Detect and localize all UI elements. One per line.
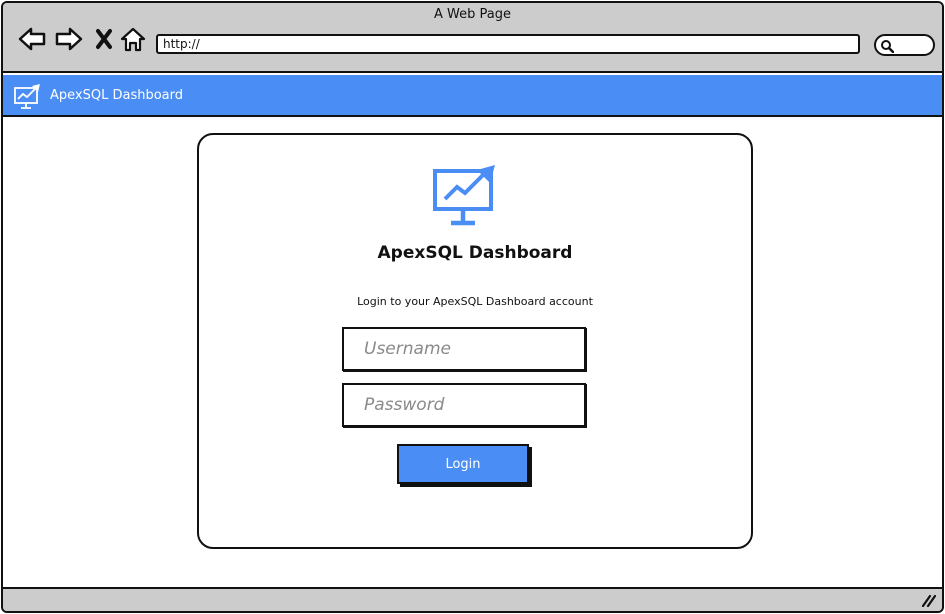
- monitor-chart-icon: [433, 165, 495, 226]
- forward-arrow-icon: [55, 27, 83, 51]
- login-button[interactable]: Login: [397, 444, 529, 484]
- browser-window: A Web Page http:// ApexSQL Dashboard Ape…: [1, 1, 944, 613]
- window-title: A Web Page: [434, 7, 511, 22]
- address-bar[interactable]: http://: [156, 34, 860, 54]
- login-subtitle: Login to your ApexSQL Dashboard account: [357, 295, 593, 308]
- username-input[interactable]: [342, 327, 586, 371]
- app-name: ApexSQL Dashboard: [50, 88, 183, 103]
- back-button[interactable]: [17, 25, 47, 53]
- forward-button[interactable]: [54, 25, 84, 53]
- browser-chrome: A Web Page http://: [3, 3, 942, 73]
- stop-button[interactable]: [89, 25, 119, 53]
- search-icon: [881, 40, 894, 53]
- close-icon: [96, 29, 112, 49]
- status-bar: [3, 587, 942, 611]
- home-icon: [120, 27, 146, 52]
- login-title: ApexSQL Dashboard: [377, 243, 573, 263]
- login-card: ApexSQL Dashboard Login to your ApexSQL …: [197, 133, 753, 549]
- browser-search-box[interactable]: [874, 34, 935, 56]
- back-arrow-icon: [18, 27, 46, 51]
- monitor-chart-icon: [14, 84, 40, 109]
- resize-grip-icon[interactable]: [920, 593, 936, 607]
- app-header: ApexSQL Dashboard: [3, 75, 942, 117]
- password-input[interactable]: [342, 383, 586, 427]
- home-button[interactable]: [118, 25, 148, 53]
